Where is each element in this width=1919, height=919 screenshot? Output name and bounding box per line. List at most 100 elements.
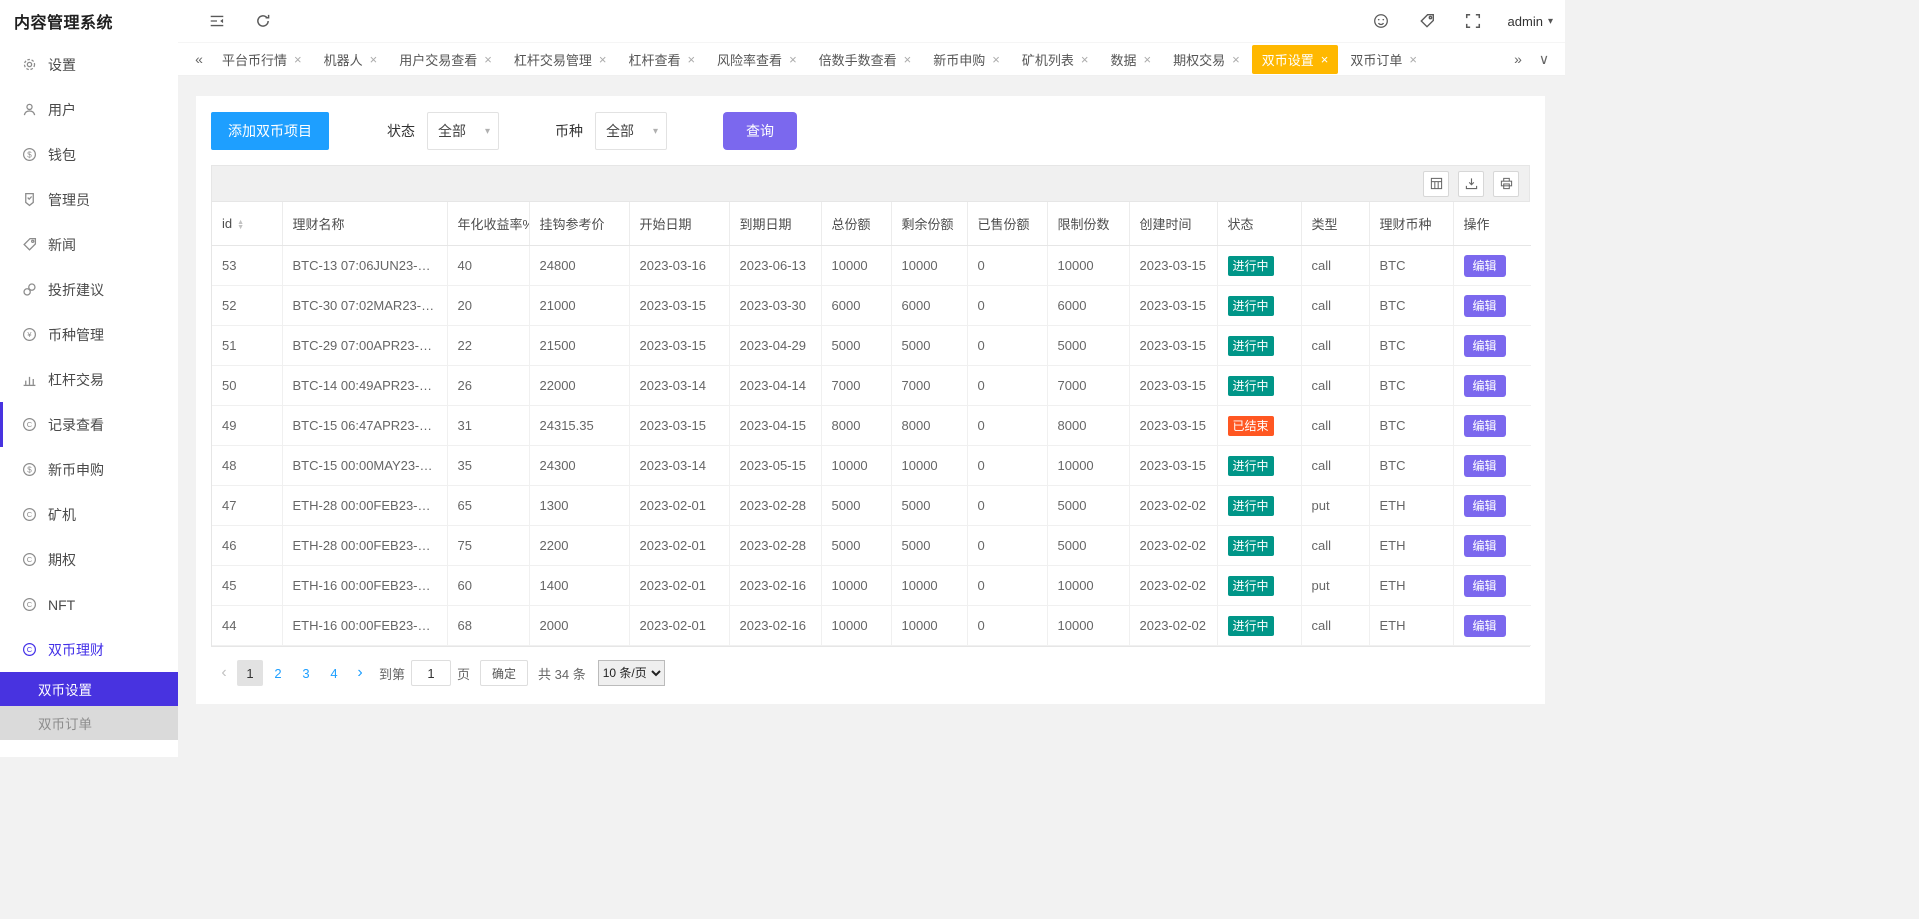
cell-start: 2023-02-01: [629, 486, 729, 526]
cell-start: 2023-03-15: [629, 406, 729, 446]
tab-multiple-lots-view[interactable]: 倍数手数查看×: [809, 45, 922, 74]
edit-button[interactable]: 编辑: [1464, 495, 1506, 517]
sidebar-item-dual-finance[interactable]: 双币理财: [0, 627, 178, 672]
tab-risk-rate-view[interactable]: 风险率查看×: [707, 45, 807, 74]
sidebar-item-leverage-trade[interactable]: 杠杆交易: [0, 357, 178, 402]
export-button[interactable]: [1458, 171, 1484, 197]
tab-close-icon[interactable]: ×: [1081, 53, 1089, 66]
sidebar-item-record-view[interactable]: 记录查看: [0, 402, 178, 447]
columns-filter-button[interactable]: [1423, 171, 1449, 197]
cell-end: 2023-05-15: [729, 446, 821, 486]
tab-close-icon[interactable]: ×: [687, 53, 695, 66]
collapse-menu-icon[interactable]: [194, 13, 240, 29]
edit-button[interactable]: 编辑: [1464, 255, 1506, 277]
cell-name: BTC-13 07:06JUN23-2480...: [282, 246, 447, 286]
tab-close-icon[interactable]: ×: [992, 53, 1000, 66]
sidebar-item-miner[interactable]: 矿机: [0, 492, 178, 537]
add-dual-project-button[interactable]: 添加双币项目: [211, 112, 329, 150]
column-header-label: 操作: [1464, 217, 1490, 232]
tab-close-icon[interactable]: ×: [599, 53, 607, 66]
tab-option-trade[interactable]: 期权交易×: [1163, 45, 1250, 74]
tab-close-icon[interactable]: ×: [904, 53, 912, 66]
status-badge: 进行中: [1228, 376, 1274, 396]
tab-close-icon[interactable]: ×: [1409, 53, 1417, 66]
tab-data[interactable]: 数据 ×: [1100, 45, 1161, 74]
c-circle-icon: [22, 597, 37, 612]
coin-select[interactable]: 全部 ▾: [595, 112, 667, 150]
sidebar-item-wallet[interactable]: 钱包: [0, 132, 178, 177]
sidebar-subitem-dual-orders[interactable]: 双币订单: [0, 706, 178, 740]
goto-label: 到第: [379, 664, 405, 683]
edit-button[interactable]: 编辑: [1464, 575, 1506, 597]
tag-icon[interactable]: [1404, 13, 1450, 29]
tab-dual-settings[interactable]: 双币设置×: [1252, 45, 1339, 74]
tabs-menu-icon[interactable]: ∨: [1531, 51, 1557, 68]
sidebar-item-nft[interactable]: NFT: [0, 582, 178, 627]
sort-icons[interactable]: ▲▼: [237, 220, 244, 230]
edit-button[interactable]: 编辑: [1464, 415, 1506, 437]
page-number-button[interactable]: 1: [237, 660, 263, 686]
tabs-scroll-left-icon[interactable]: «: [186, 51, 212, 67]
sidebar-item-settings[interactable]: 设置: [0, 42, 178, 87]
sidebar-item-coin-manage[interactable]: 币种管理: [0, 312, 178, 357]
tab-close-icon[interactable]: ×: [484, 53, 492, 66]
column-header: 开始日期: [629, 202, 729, 246]
edit-button[interactable]: 编辑: [1464, 375, 1506, 397]
sidebar-subitem-dual-settings[interactable]: 双币设置: [0, 672, 178, 706]
topbar-left: [194, 13, 286, 29]
edit-button[interactable]: 编辑: [1464, 535, 1506, 557]
tab-close-icon[interactable]: ×: [1232, 53, 1240, 66]
cell-rate: 22: [447, 326, 529, 366]
tab-close-icon[interactable]: ×: [789, 53, 797, 66]
tab-close-icon[interactable]: ×: [294, 53, 302, 66]
tab-robot[interactable]: 机器人×: [314, 45, 388, 74]
cell-limit: 5000: [1047, 526, 1129, 566]
tab-close-icon[interactable]: ×: [1321, 53, 1329, 66]
cell-rate: 68: [447, 606, 529, 646]
tab-platform-coin-market[interactable]: 平台币行情×: [212, 45, 312, 74]
confirm-button[interactable]: 确定: [480, 660, 528, 686]
cell-sold: 0: [967, 246, 1047, 286]
refresh-icon[interactable]: [240, 13, 286, 29]
sidebar-item-news[interactable]: 新闻: [0, 222, 178, 267]
status-select[interactable]: 全部 ▾: [427, 112, 499, 150]
tab-close-icon[interactable]: ×: [1144, 53, 1152, 66]
sidebar-item-new-coin-subscribe[interactable]: 新币申购: [0, 447, 178, 492]
cell-remain: 10000: [891, 446, 967, 486]
sidebar-item-users[interactable]: 用户: [0, 87, 178, 132]
tab-leverage-trade-manage[interactable]: 杠杆交易管理×: [504, 45, 617, 74]
sidebar-item-invest-advice[interactable]: 投折建议: [0, 267, 178, 312]
edit-button[interactable]: 编辑: [1464, 455, 1506, 477]
tab-new-coin-subscribe[interactable]: 新币申购×: [923, 45, 1010, 74]
page-number-button[interactable]: 3: [293, 660, 319, 686]
tab-user-trade-view[interactable]: 用户交易查看×: [389, 45, 502, 74]
goto-page-input[interactable]: [411, 660, 451, 686]
edit-button[interactable]: 编辑: [1464, 335, 1506, 357]
tab-miner-list[interactable]: 矿机列表×: [1012, 45, 1099, 74]
print-button[interactable]: [1493, 171, 1519, 197]
page-size-select[interactable]: 10 条/页: [598, 660, 665, 686]
next-page-button[interactable]: ›: [347, 660, 373, 686]
tab-leverage-view[interactable]: 杠杆查看×: [618, 45, 705, 74]
page-number-button[interactable]: 4: [321, 660, 347, 686]
tabs-scroll-right-icon[interactable]: »: [1505, 51, 1531, 67]
search-button[interactable]: 查询: [723, 112, 797, 150]
user-menu[interactable]: admin ▾: [1508, 14, 1553, 29]
edit-button[interactable]: 编辑: [1464, 295, 1506, 317]
sidebar-item-options[interactable]: 期权: [0, 537, 178, 582]
column-header[interactable]: id▲▼: [212, 202, 282, 246]
table-row: 51BTC-29 07:00APR23-2150...22215002023-0…: [212, 326, 1531, 366]
tab-label: 数据: [1110, 50, 1136, 69]
sidebar-item-label: 矿机: [48, 505, 76, 525]
tab-close-icon[interactable]: ×: [370, 53, 378, 66]
fullscreen-icon[interactable]: [1450, 13, 1496, 29]
prev-page-button[interactable]: ‹: [211, 660, 237, 686]
sidebar-item-admins[interactable]: 管理员: [0, 177, 178, 222]
tab-dual-orders[interactable]: 双币订单×: [1340, 45, 1427, 74]
cell-price: 21500: [529, 326, 629, 366]
theme-icon[interactable]: [1358, 13, 1404, 29]
page-suffix-label: 页: [457, 664, 470, 683]
edit-button[interactable]: 编辑: [1464, 615, 1506, 637]
page-number-button[interactable]: 2: [265, 660, 291, 686]
cell-rate: 65: [447, 486, 529, 526]
